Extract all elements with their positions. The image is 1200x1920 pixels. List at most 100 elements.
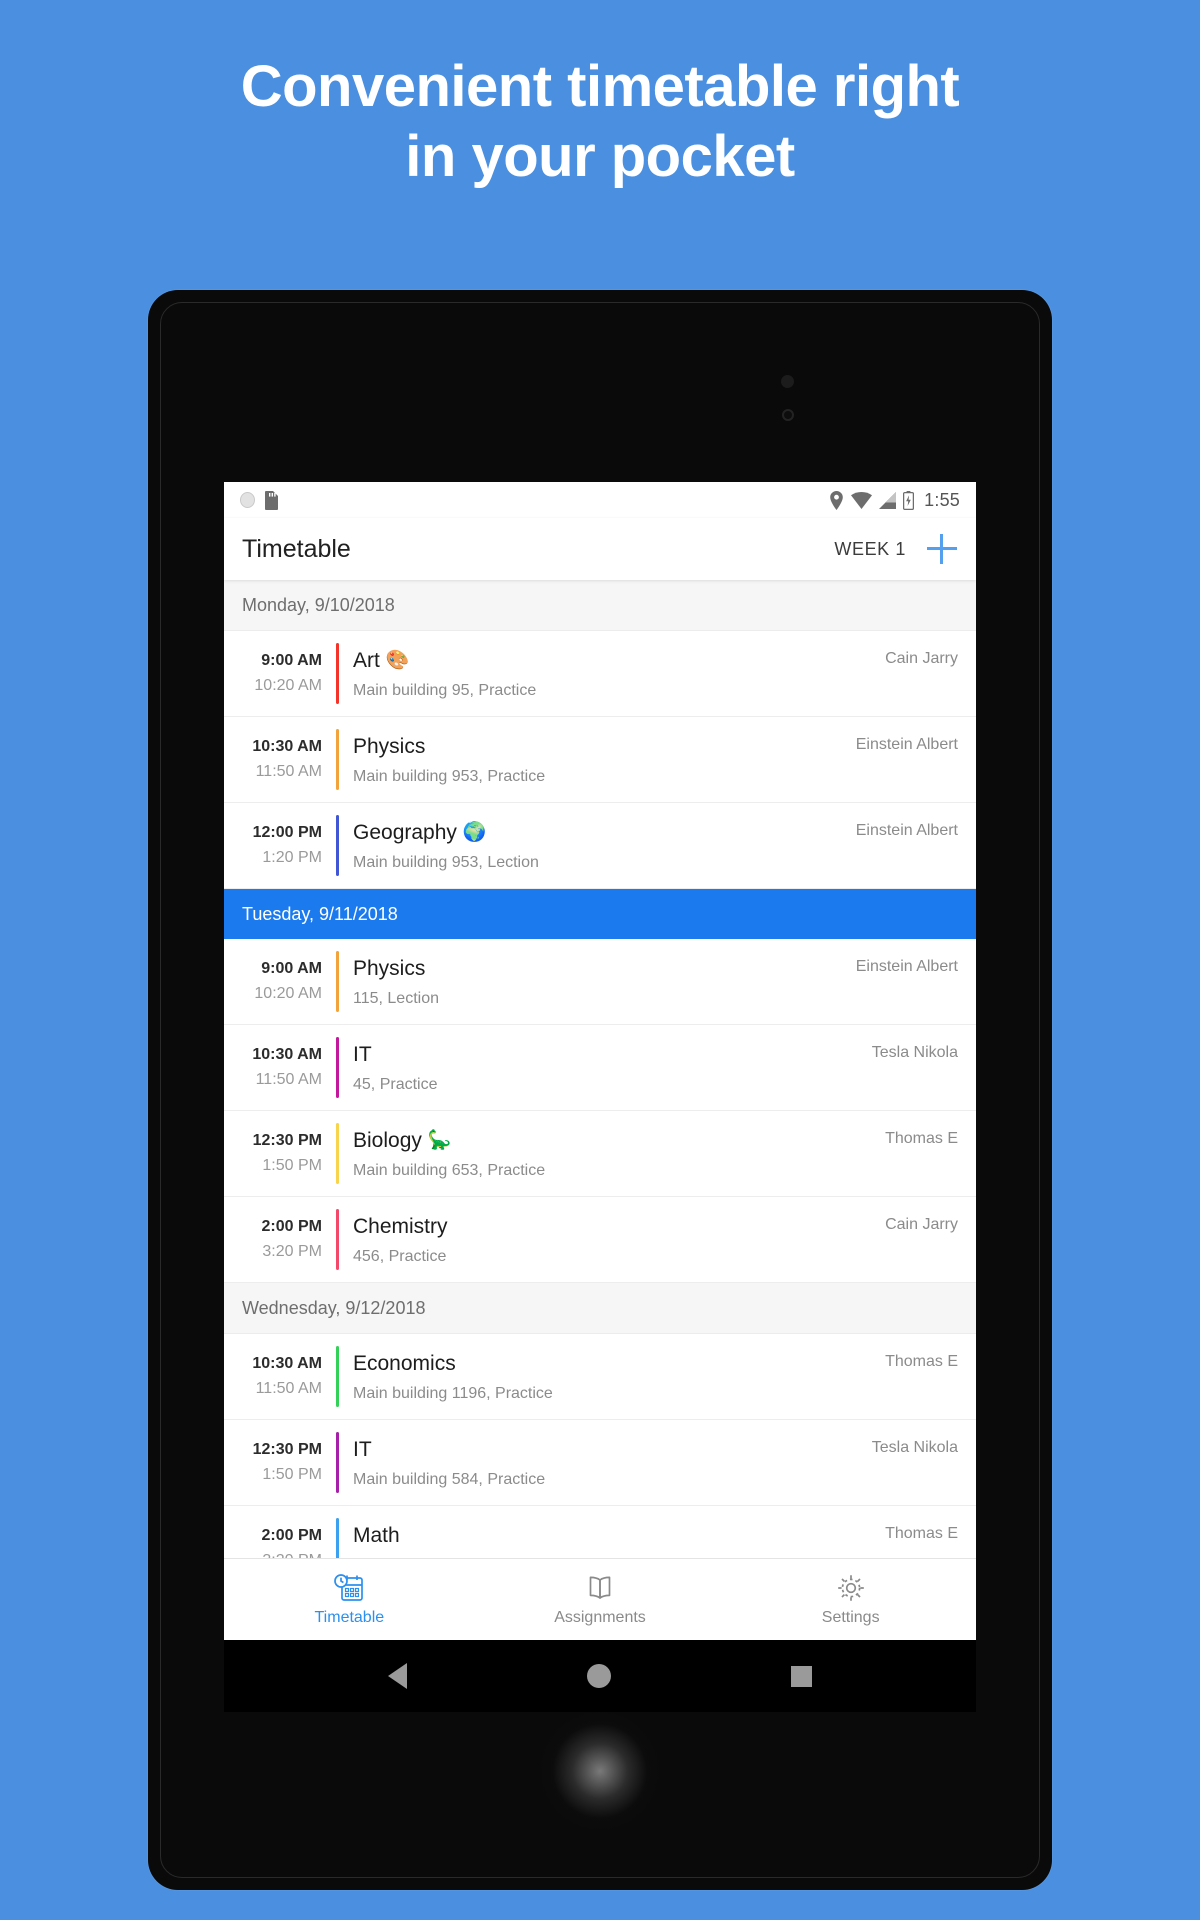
lesson-end-time: 11:50 AM [255,1379,322,1397]
lesson-subject-name: Biology [353,1129,422,1153]
lesson-time-range: 9:00 AM 10:20 AM [236,631,322,716]
lesson-subject-title: Economics [353,1350,875,1377]
lesson-details: Economics Main building 1196, Practice [339,1334,875,1419]
lesson-subject-title: Chemistry [353,1213,875,1240]
lesson-row[interactable]: 9:00 AM 10:20 AM Art 🎨 Main building 95, Pra… [224,631,976,717]
lesson-location: Main building 1196, Practice [353,1384,553,1402]
lesson-location: Main building 95, Practice [353,681,537,699]
lesson-end-time: 1:50 PM [262,1156,322,1174]
lesson-subject-name: Physics [353,735,426,759]
lesson-subject-emoji-icon: 🌍 [462,822,487,844]
calendar-clock-icon [333,1572,365,1604]
lesson-subject-name: IT [353,1438,372,1462]
status-bar-clock: 1:55 [924,489,960,510]
lesson-details: Math67 [339,1506,875,1558]
nav-tab-label: Settings [821,1609,880,1626]
lesson-location: 45, Practice [353,1075,438,1093]
lesson-details: Geography 🌍 Main building 953, Lection [339,803,846,888]
lesson-row[interactable]: 12:30 PM 1:50 PM Biology 🦕 Main building 653… [224,1111,976,1197]
timetable-list[interactable]: Monday, 9/10/2018 9:00 AM 10:20 AM Art 🎨 Main… [224,580,976,1558]
lesson-time-range: 12:00 PM 1:20 PM [236,803,322,888]
lesson-row[interactable]: 10:30 AM 11:50 AM Economics Main building 1… [224,1334,976,1420]
front-camera-icon [781,375,794,388]
lesson-teacher-name: Cain Jarry [885,650,958,667]
nav-tab-timetable[interactable]: Timetable [224,1572,475,1627]
lesson-teacher-name: Tesla Nikola [871,1044,958,1061]
lesson-subject-title: IT [353,1436,862,1463]
lesson-time-range: 2:00 PM 3:20 PM [236,1506,322,1558]
gear-icon [835,1572,867,1604]
lesson-start-time: 12:30 PM [252,1440,322,1458]
lesson-time-range: 10:30 AM 11:50 AM [236,1334,322,1419]
lesson-subject-title: IT [353,1041,862,1068]
lesson-row[interactable]: 9:00 AM 10:20 AM Physics 115, Lection Einste… [224,939,976,1025]
toolbar-actions: WEEK 1 [834,533,958,565]
lesson-start-time: 10:30 AM [252,1045,322,1063]
lesson-end-time: 3:20 PM [236,1549,322,1559]
lesson-end-time: 11:50 AM [255,762,322,780]
promo-headline-line-2: in your pocket [405,123,795,189]
lesson-end-time: 3:20 PM [262,1242,322,1260]
lesson-details: Biology 🦕 Main building 653, Practice [339,1111,875,1196]
lesson-row[interactable]: 12:00 PM 1:20 PM Geography 🌍 Main building 9… [224,803,976,889]
lesson-end-time: 11:50 AM [255,1070,322,1088]
lesson-row[interactable]: 2:00 PM 3:20 PM Math67 Thomas E [224,1506,976,1558]
lesson-subject-title: Geography 🌍 [353,819,846,846]
lesson-subject-name: Geography [353,821,457,845]
lesson-start-time: 9:00 AM [261,651,322,669]
page-title: Timetable [242,534,351,563]
lesson-subject-name: Physics [353,957,426,981]
lesson-teacher-name: Tesla Nikola [871,1439,958,1456]
lesson-teacher-name: Thomas E [885,1130,958,1147]
status-bar-right-icons: 1:55 [829,490,960,511]
lesson-row[interactable]: 12:30 PM 1:50 PM IT Main building 584, Prac… [224,1420,976,1506]
lesson-location: Main building 953, Lection [353,853,539,871]
lesson-teacher-name: Cain Jarry [885,1216,958,1233]
lesson-end-time: 10:20 AM [254,676,322,694]
lesson-subject-name: Chemistry [353,1215,448,1239]
lesson-teacher-name: Thomas E [885,1525,958,1542]
home-icon[interactable] [587,1664,611,1688]
nav-tab-settings[interactable]: Settings [725,1572,976,1627]
book-icon [584,1572,616,1604]
recents-icon[interactable] [791,1665,812,1687]
home-button-glow[interactable] [534,1705,666,1837]
lesson-teacher-name: Einstein Albert [855,736,958,753]
lesson-time-range: 12:30 PM 1:50 PM [236,1420,322,1505]
lesson-row[interactable]: 10:30 AM 11:50 AM Physics Main building 953… [224,717,976,803]
lesson-subject-emoji-icon: 🦕 [427,1130,452,1152]
lesson-time-range: 9:00 AM 10:20 AM [236,939,322,1024]
lesson-details: Physics Main building 953, Practice [339,717,846,802]
lesson-end-time: 1:20 PM [262,848,322,866]
nav-tab-assignments[interactable]: Assignments [475,1572,726,1627]
lesson-subject-title: Math [353,1522,875,1549]
lesson-location: Main building 584, Practice [353,1470,546,1488]
lesson-row[interactable]: 2:00 PM 3:20 PM Chemistry 456, Practice Cain… [224,1197,976,1283]
lesson-subject-name: IT [353,1043,372,1067]
lesson-start-time: 12:00 PM [252,823,322,841]
lesson-details: IT Main building 584, Practice [339,1420,862,1505]
lesson-details: Chemistry 456, Practice [339,1197,875,1282]
day-section-header: Tuesday, 9/11/2018 [224,889,976,939]
lesson-location: Main building 653, Practice [353,1161,546,1179]
lesson-start-time: 2:00 PM [261,1217,322,1235]
lesson-time-range: 10:30 AM 11:50 AM [236,717,322,802]
app-toolbar: Timetable WEEK 1 [224,518,976,580]
lesson-details: Physics 115, Lection [339,939,846,1024]
lesson-time-range: 2:00 PM 3:20 PM [236,1197,322,1282]
circle-icon [240,492,255,508]
lesson-start-time: 9:00 AM [261,959,322,977]
lesson-location: Main building 953, Practice [353,767,546,785]
add-lesson-button[interactable] [926,533,958,565]
lesson-row[interactable]: 10:30 AM 11:50 AM IT 45, Practice Tesla Niko… [224,1025,976,1111]
bottom-navigation-bar: Timetable Assignments Settings [224,1558,976,1640]
device-screen: 1:55 Timetable WEEK 1 Monday, 9/10/2018 9… [224,482,976,1640]
lesson-details: Art 🎨 Main building 95, Practice [339,631,875,716]
nav-tab-label: Assignments [554,1609,646,1626]
lesson-subject-title: Art 🎨 [353,647,875,674]
back-icon[interactable] [388,1663,407,1689]
lesson-location: 456, Practice [353,1247,447,1265]
week-selector-label[interactable]: WEEK 1 [834,539,906,560]
proximity-sensor-icon [782,409,794,421]
status-bar-left-icons [240,490,279,510]
